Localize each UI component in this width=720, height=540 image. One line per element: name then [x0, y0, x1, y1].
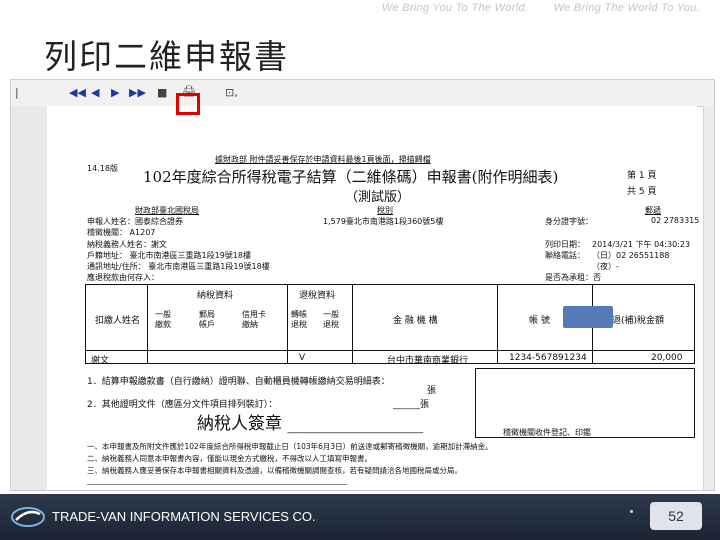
table-col-divider-3 — [352, 284, 353, 364]
slide-title: 列印二維申報書 — [44, 37, 289, 76]
refund-label: 應退稅款由何存入： — [87, 273, 159, 282]
table-col-divider-1 — [147, 284, 148, 364]
vertical-scrollbar[interactable] — [703, 106, 714, 490]
note-1-count: 張 — [427, 386, 437, 396]
zoom-button[interactable]: ■ — [157, 86, 167, 100]
viewer-toolbar: | ◀◀ ◀ ▶ ▶▶ ■ 🖨 ⊡, — [11, 80, 714, 107]
footnote-1: 一、本申報書及所附文件應於102年度綜合所得稅申報截止日（103年6月3日）前送… — [87, 442, 493, 451]
page-total: 共 5 頁 — [627, 187, 657, 197]
office-address: 1,579臺北市南港路1段360號5樓 — [323, 217, 444, 226]
next-page-button[interactable]: ▶ — [111, 86, 119, 100]
household-address: 戶籍地址： 臺北市南港區三重路1段19號18樓 — [87, 251, 251, 260]
sub-header-transfer: 轉帳 退稅 — [291, 310, 307, 329]
version-label: 14.18版 — [87, 164, 118, 173]
name-row-2: 稽徵機關： A1207 — [87, 228, 156, 237]
tagline: We Bring You To The World. We Bring The … — [360, 2, 700, 14]
sub-header-general-refund: 一般 退稅 — [323, 310, 339, 329]
header-withholder: 扣繳人姓名 — [95, 316, 141, 326]
first-page-button[interactable]: ◀◀ — [69, 86, 86, 100]
company-name: TRADE-VAN INFORMATION SERVICES CO. — [52, 509, 316, 524]
name-row-3: 納稅義務人姓名：謝文 — [87, 240, 167, 249]
row-amount: 20,000 — [651, 353, 683, 363]
last-page-button[interactable]: ▶▶ — [129, 86, 146, 100]
print-date-label: 列印日期： — [545, 240, 585, 249]
note-1: 1．結算申報繳款書（自行繳納）證明聯、自動櫃員機轉帳繳納交易明細表： — [87, 377, 390, 387]
sub-header-card: 信用卡 繳納 — [242, 310, 266, 329]
table-col-divider-2 — [287, 284, 288, 364]
lease-flag: 是否為承租：否 — [545, 273, 601, 282]
header-account: 帳 號 — [529, 316, 550, 326]
footer-dot — [630, 510, 633, 513]
footnote-3: 三、納稅義務人應妥善保存本申報書相關資料及憑證，以備稽徵機關調閱查核，若有疑問請… — [87, 466, 462, 475]
document-page: 據財政部 附件請妥善保存於申請資料最後1頁後面，掃描歸檔 14.18版 102年… — [47, 106, 700, 490]
phone-value: （日）02 26551188 — [592, 251, 670, 260]
stamp-box-label: 稽徵機關收件登記、印鑑 — [503, 428, 591, 437]
tax-type-label: 稅別 — [377, 206, 393, 215]
footnote-2: 二、納稅義務人同意本申報書內容，僅能以現金方式繳稅，不得改以人工填寫申報書。 — [87, 454, 372, 463]
sub-header-post: 郵局 帳戶 — [199, 310, 215, 329]
stamp-line: 據財政部 附件請妥善保存於申請資料最後1頁後面，掃描歸檔 — [215, 155, 431, 164]
table-col-divider-4 — [497, 284, 498, 364]
test-version-label: （測試版） — [345, 190, 411, 205]
postal-label: 郵遞 — [645, 206, 661, 215]
id-value: 02 2783315 — [651, 216, 700, 225]
pdf-viewer-window: | ◀◀ ◀ ▶ ▶▶ ■ 🖨 ⊡, 據財政部 附件請妥善保存於申請資料最後1頁… — [10, 79, 715, 491]
tradevan-logo-icon — [11, 507, 45, 527]
row-bank: 台中市華南商業銀行 — [387, 356, 469, 366]
header-bank: 金 融 機 構 — [393, 316, 438, 326]
tagline-1: We Bring You To The World. — [381, 2, 529, 14]
toolbar-grip-icon: | — [15, 86, 19, 99]
row-account: 1234-567891234 — [509, 353, 587, 363]
slide-page-number: 52 — [650, 502, 702, 530]
page-bottom-rule — [87, 484, 347, 485]
redacted-id-mask — [563, 306, 613, 328]
row-mark: V — [299, 353, 306, 363]
signature-title: 納稅人簽章 ________________ — [197, 414, 424, 434]
phone-label: 聯絡電話： — [545, 251, 585, 260]
agency-label: 財政部臺北國稅局 — [135, 206, 199, 215]
page-info: 第 1 頁 — [627, 171, 657, 181]
form-title: 102年度綜合所得稅電子結算（二維條碼）申報書(附作明細表) — [143, 168, 559, 186]
id-label: 身分證字號： — [545, 217, 593, 226]
contact-address: 通訊地址/住所： 臺北市南港區三重路1段19號18樓 — [87, 262, 270, 271]
row-name: 謝文 — [91, 356, 110, 366]
slide-footer: TRADE-VAN INFORMATION SERVICES CO. 52 — [0, 494, 720, 540]
name-row-1: 申報人姓名：國泰綜合證券 — [87, 217, 183, 226]
print-date-value: 2014/3/21 下午 04:30:23 — [592, 240, 691, 249]
left-gutter — [11, 106, 47, 490]
misc-tool-button[interactable]: ⊡, — [225, 86, 238, 100]
print-button-highlight — [176, 93, 200, 115]
prev-page-button[interactable]: ◀ — [91, 86, 99, 100]
sub-header-cash: 一般 繳款 — [155, 310, 171, 329]
table-row-divider — [85, 350, 695, 351]
header-refund: 退稅資料 — [299, 291, 336, 301]
header-payment: 納稅資料 — [197, 291, 234, 301]
tagline-2: We Bring The World To You. — [553, 2, 700, 14]
phone-night: （夜）- — [592, 262, 619, 271]
